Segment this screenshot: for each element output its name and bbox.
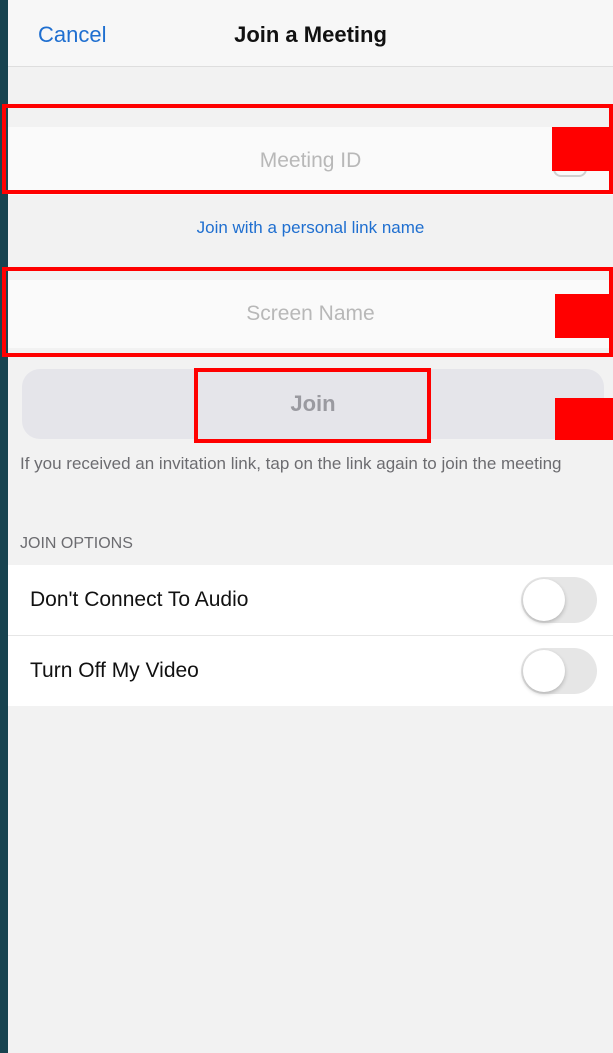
toggle-knob (523, 650, 565, 692)
navigation-bar: Cancel Join a Meeting (8, 0, 613, 67)
invitation-hint: If you received an invitation link, tap … (20, 454, 562, 473)
option-row-video: Turn Off My Video (8, 635, 613, 706)
page-title: Join a Meeting (234, 22, 387, 47)
dont-connect-audio-toggle[interactable] (521, 577, 597, 623)
screen-name-placeholder: Screen Name (246, 302, 375, 325)
join-button[interactable]: Join (22, 369, 604, 439)
screen-name-field[interactable]: Screen Name (8, 280, 613, 348)
chevron-down-icon[interactable]: ⌵ (553, 145, 587, 177)
meeting-id-field[interactable]: Meeting ID ⌵ (8, 127, 613, 195)
meeting-id-placeholder: Meeting ID (259, 149, 362, 172)
join-meeting-screen: Cancel Join a Meeting Meeting ID ⌵ Join … (8, 0, 613, 1053)
join-options-header: JOIN OPTIONS (20, 535, 133, 552)
option-row-audio: Don't Connect To Audio (8, 565, 613, 635)
toggle-knob (523, 579, 565, 621)
option-label-video: Turn Off My Video (30, 659, 199, 682)
join-options-list: Don't Connect To Audio Turn Off My Video (8, 565, 613, 706)
option-label-audio: Don't Connect To Audio (30, 588, 249, 611)
turn-off-video-toggle[interactable] (521, 648, 597, 694)
personal-link-name-link[interactable]: Join with a personal link name (8, 218, 613, 238)
